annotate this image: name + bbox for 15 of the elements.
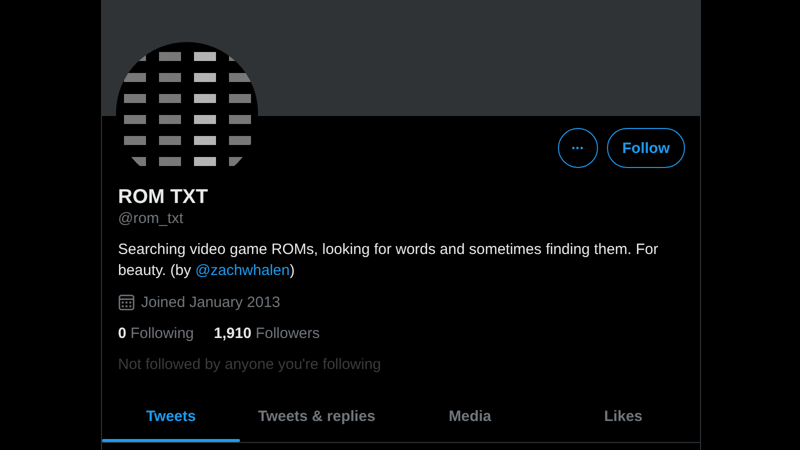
profile-tab[interactable]: Likes: [546, 398, 700, 442]
calendar-icon: [118, 294, 135, 310]
profile-tab[interactable]: Tweets: [102, 398, 240, 442]
profile-bio: Searching video game ROMs, looking for words and sometimes finding them. For beauty. (by @zachwhalen): [118, 240, 660, 281]
joined-date: Joined January 2013: [141, 294, 280, 310]
followed-note: Not followed by anyone you're following: [118, 356, 382, 375]
profile-tab[interactable]: Media: [393, 398, 547, 442]
mention-link[interactable]: @zachwhalen: [195, 262, 290, 279]
stat-link[interactable]: 0 Following: [118, 324, 194, 342]
profile-tab[interactable]: Tweets & replies: [240, 398, 394, 442]
profile-handle: @rom_txt: [118, 209, 184, 229]
stat-link[interactable]: 1,910 Followers: [214, 324, 320, 342]
profile-name: ROM TXT: [118, 185, 209, 209]
more-button[interactable]: •••: [558, 128, 598, 168]
follow-button[interactable]: Follow: [607, 128, 685, 168]
